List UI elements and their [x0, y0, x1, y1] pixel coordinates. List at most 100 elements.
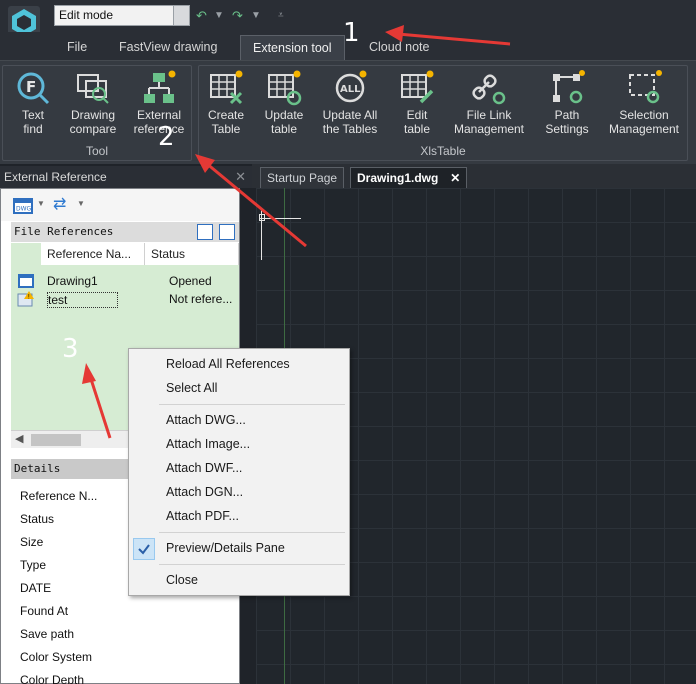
close-icon[interactable]: ✕ — [235, 166, 246, 188]
column-header-reference-name[interactable]: Reference Na... — [41, 243, 145, 265]
xlstable-group-title: XlsTable — [420, 144, 466, 158]
table-row[interactable]: Drawing1 Opened — [11, 273, 239, 291]
details-row: Type — [20, 558, 47, 572]
selection-management-label: Selection Management — [608, 108, 680, 136]
details-title: Details — [14, 462, 61, 475]
drawing-compare-icon — [77, 74, 109, 104]
document-tabs: Startup Page Drawing1.dwg ✕ — [252, 164, 696, 188]
ribbon: F Text find Drawing compare External ref… — [0, 60, 696, 164]
undo-icon[interactable]: ↶ — [196, 8, 207, 24]
tab-file[interactable]: File — [67, 35, 87, 60]
details-row: Size — [20, 535, 44, 549]
dwg-file-icon — [18, 274, 34, 288]
update-table-icon — [268, 70, 302, 106]
menu-item-preview-details-pane[interactable]: Preview/Details Pane — [166, 541, 285, 555]
file-references-header: File References — [11, 222, 239, 242]
annotation-number-2: 2 — [158, 122, 175, 152]
file-link-icon — [472, 74, 506, 105]
crosshair-cursor — [259, 218, 301, 219]
details-row: Color Depth — [20, 673, 85, 684]
mode-select-value: Edit mode — [59, 8, 114, 22]
tree-view-icon[interactable] — [219, 224, 235, 240]
path-settings-icon — [553, 70, 585, 104]
refresh-dropdown-icon[interactable]: ▼ — [77, 199, 85, 208]
table-row[interactable]: ! test Not refere... — [11, 291, 239, 309]
drawing-compare-label: Drawing compare — [69, 108, 117, 136]
attach-dwg-icon[interactable]: DWG — [12, 197, 34, 215]
scroll-left-icon[interactable]: ◀ — [15, 432, 23, 445]
details-row: Found At — [20, 604, 69, 618]
redo-icon[interactable]: ↷ — [232, 8, 243, 24]
scrollbar-thumb[interactable] — [31, 434, 81, 446]
update-table-label: Update table — [264, 108, 304, 136]
menu-item-reload-all[interactable]: Reload All References — [166, 357, 290, 371]
details-row: DATE — [20, 581, 52, 595]
reference-name: Drawing1 — [47, 274, 98, 288]
undo-dropdown-icon[interactable]: ▼ — [214, 10, 224, 21]
mode-select[interactable]: Edit mode — [54, 5, 190, 26]
drawing-compare-button[interactable]: Drawing compare — [58, 70, 128, 136]
tab-startup-page[interactable]: Startup Page — [260, 167, 345, 188]
tab-drawing1-label: Drawing1.dwg — [357, 171, 439, 185]
mode-dropdown-icon[interactable] — [173, 6, 189, 25]
redo-dropdown-icon[interactable]: ▼ — [251, 10, 261, 21]
edit-table-label: Edit table — [403, 108, 431, 136]
context-menu: Reload All References Select All Attach … — [128, 348, 350, 596]
external-reference-title: External Reference — [4, 170, 107, 184]
list-view-icon[interactable] — [197, 224, 213, 240]
tab-drawing1[interactable]: Drawing1.dwg ✕ — [350, 167, 468, 189]
panel-toolbar: DWG ▼ ⇄ ▼ — [1, 189, 239, 221]
xlstable-group: Create Table Update table ALL Update All… — [198, 65, 688, 161]
annotation-number-1: 1 — [343, 18, 360, 48]
edit-table-icon — [401, 70, 434, 104]
svg-text:ALL: ALL — [340, 84, 361, 95]
svg-text:DWG: DWG — [16, 206, 32, 213]
details-row: Save path — [20, 627, 75, 641]
refresh-icon[interactable]: ⇄ — [53, 194, 66, 214]
menu-item-attach-dgn[interactable]: Attach DGN... — [166, 485, 243, 499]
file-link-management-button[interactable]: File Link Management — [449, 70, 529, 136]
details-row: Reference N... — [20, 489, 98, 503]
annotation-number-3: 3 — [62, 334, 79, 364]
reference-name: test — [47, 292, 119, 308]
customize-toolbar-icon[interactable]: ⩡ — [278, 10, 284, 21]
menu-item-close[interactable]: Close — [166, 573, 198, 587]
tab-fastview-drawing[interactable]: FastView drawing — [119, 35, 217, 60]
update-all-tables-label: Update All the Tables — [322, 108, 378, 136]
details-row: Color System — [20, 650, 93, 664]
external-reference-icon — [144, 70, 176, 103]
menu-item-attach-image[interactable]: Attach Image... — [166, 437, 250, 451]
image-warning-icon: ! — [17, 291, 34, 307]
menu-item-attach-dwf[interactable]: Attach DWF... — [166, 461, 242, 475]
checkmark-icon — [133, 538, 155, 560]
close-tab-icon[interactable]: ✕ — [450, 168, 460, 189]
external-reference-panel-title: External Reference ✕ — [0, 166, 252, 188]
svg-text:F: F — [26, 78, 36, 96]
update-all-tables-button[interactable]: ALL Update All the Tables — [315, 70, 385, 136]
path-settings-label: Path Settings — [545, 108, 589, 136]
text-find-icon: F — [17, 72, 50, 105]
details-row: Status — [20, 512, 55, 526]
update-table-button[interactable]: Update table — [249, 70, 319, 136]
create-table-icon — [210, 70, 243, 105]
menu-item-select-all[interactable]: Select All — [166, 381, 217, 395]
menu-separator — [159, 532, 345, 533]
tab-cloud-note[interactable]: Cloud note — [369, 35, 429, 60]
reference-status: Not refere... — [169, 292, 233, 306]
file-link-management-label: File Link Management — [453, 108, 525, 136]
menu-item-attach-dwg[interactable]: Attach DWG... — [166, 413, 246, 427]
path-settings-button[interactable]: Path Settings — [532, 70, 602, 136]
pickbox-cursor — [259, 214, 265, 221]
menu-separator — [159, 564, 345, 565]
tab-extension-tool[interactable]: Extension tool — [240, 35, 345, 60]
attach-dropdown-icon[interactable]: ▼ — [37, 199, 45, 208]
file-references-title: File References — [14, 225, 114, 238]
edit-table-button[interactable]: Edit table — [382, 70, 452, 136]
selection-management-icon — [629, 70, 662, 104]
reference-status: Opened — [169, 274, 212, 288]
menu-separator — [159, 404, 345, 405]
column-header-status[interactable]: Status — [145, 243, 239, 265]
update-all-tables-icon: ALL — [335, 70, 367, 103]
selection-management-button[interactable]: Selection Management — [604, 70, 684, 136]
menu-item-attach-pdf[interactable]: Attach PDF... — [166, 509, 239, 523]
